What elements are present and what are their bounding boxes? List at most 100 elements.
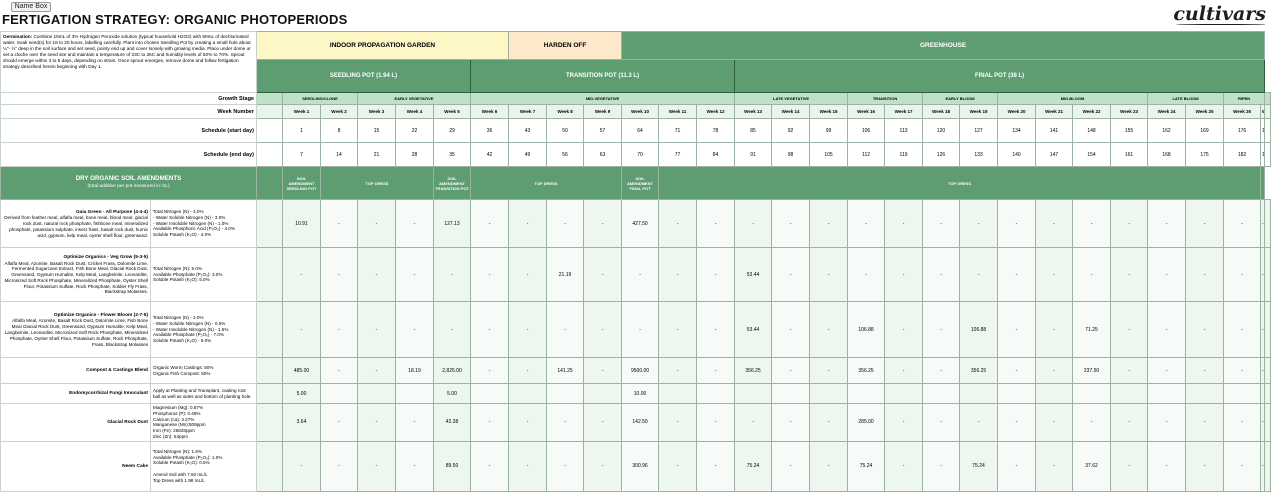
amount-week-3[interactable]: - [357, 301, 396, 358]
amount-week-3[interactable] [357, 383, 396, 404]
amount-week-4[interactable]: - [395, 247, 434, 302]
amount-week-13[interactable]: - [734, 403, 773, 442]
amount-week-20[interactable]: - [997, 301, 1037, 358]
start-day-11[interactable]: 71 [658, 118, 698, 143]
amount-week-3[interactable]: - [357, 440, 396, 492]
start-day-26[interactable]: 176 [1223, 118, 1262, 143]
amount-week-14[interactable]: - [771, 301, 811, 358]
start-day-17[interactable]: 113 [884, 118, 924, 143]
start-day-22[interactable]: 148 [1072, 118, 1112, 143]
amount-week-9[interactable]: - [583, 357, 623, 384]
end-day-2[interactable]: 14 [320, 142, 358, 167]
amount-week-12[interactable]: - [696, 247, 736, 302]
amount-week-1[interactable]: - [282, 247, 321, 302]
amount-week-16[interactable] [847, 383, 886, 404]
amount-week-25[interactable]: - [1185, 199, 1225, 248]
amount-week-8[interactable]: - [546, 199, 585, 248]
amount-week-9[interactable]: - [583, 199, 623, 248]
amount-week-21[interactable]: - [1035, 357, 1074, 384]
amount-week-7[interactable]: - [508, 199, 548, 248]
end-day-18[interactable]: 126 [922, 142, 961, 167]
amount-week-16[interactable]: 356.25 [847, 357, 886, 384]
amount-week-10[interactable]: 142.50 [621, 403, 660, 442]
end-day-1[interactable]: 7 [282, 142, 321, 167]
amount-week-12[interactable]: - [696, 357, 736, 384]
amount-week-24[interactable] [1147, 383, 1187, 404]
amount-week-14[interactable]: - [771, 440, 811, 492]
amount-week-18[interactable]: - [922, 199, 961, 248]
amount-week-18[interactable]: - [922, 247, 961, 302]
amount-week-6[interactable] [469, 383, 510, 404]
amount-week-15[interactable]: - [809, 247, 849, 302]
amount-week-19[interactable]: - [959, 247, 999, 302]
start-day-9[interactable]: 57 [583, 118, 623, 143]
amount-week-13[interactable]: 53.44 [734, 301, 773, 358]
end-day-11[interactable]: 77 [658, 142, 698, 167]
amount-week-1[interactable]: 485.00 [282, 357, 321, 384]
start-day-2[interactable]: 8 [320, 118, 358, 143]
end-day-7[interactable]: 49 [508, 142, 548, 167]
amount-week-12[interactable]: - [696, 403, 736, 442]
amount-week-26[interactable]: - [1223, 357, 1262, 384]
amount-week-7[interactable]: - [508, 301, 548, 358]
amount-week-2[interactable]: - [320, 301, 358, 358]
end-day-8[interactable]: 56 [546, 142, 585, 167]
amount-week-22[interactable]: - [1072, 199, 1112, 248]
amount-week-8[interactable] [546, 383, 585, 404]
end-day-13[interactable]: 91 [734, 142, 773, 167]
amount-week-6[interactable]: - [469, 403, 510, 442]
amount-week-19[interactable]: 75.24 [959, 440, 999, 492]
start-day-3[interactable]: 15 [357, 118, 396, 143]
amount-week-8[interactable]: 141.25 [546, 357, 585, 384]
amount-week-8[interactable]: - [546, 440, 585, 492]
amount-week-23[interactable]: - [1110, 403, 1149, 442]
amount-week-14[interactable]: - [771, 247, 811, 302]
amount-week-22[interactable] [1072, 383, 1112, 404]
end-day-10[interactable]: 70 [621, 142, 660, 167]
amount-week-18[interactable]: - [922, 357, 961, 384]
amount-week-20[interactable] [997, 383, 1037, 404]
end-day-26[interactable]: 182 [1223, 142, 1262, 167]
amount-week-23[interactable]: - [1110, 301, 1149, 358]
amount-week-10[interactable]: 9500.00 [621, 357, 660, 384]
amount-week-19[interactable]: - [959, 199, 999, 248]
amount-week-5[interactable]: 2,825.00 [433, 357, 471, 384]
amount-week-13[interactable]: 356.25 [734, 357, 773, 384]
amount-week-23[interactable] [1110, 383, 1149, 404]
end-day-17[interactable]: 119 [884, 142, 924, 167]
amount-week-7[interactable]: - [508, 440, 548, 492]
name-box[interactable]: Name Box [11, 2, 51, 12]
amount-week-2[interactable]: - [320, 403, 358, 442]
amount-week-4[interactable]: - [395, 440, 434, 492]
amount-week-13[interactable]: 75.24 [734, 440, 773, 492]
amount-week-5[interactable]: 42.38 [433, 403, 471, 442]
amount-week-20[interactable]: - [997, 403, 1037, 442]
amount-week-8[interactable]: - [546, 403, 585, 442]
amount-week-20[interactable]: - [997, 247, 1037, 302]
amount-week-1[interactable]: 5.00 [282, 383, 321, 404]
start-day-4[interactable]: 22 [395, 118, 434, 143]
amount-week-20[interactable]: - [997, 199, 1037, 248]
amount-week-7[interactable]: - [508, 247, 548, 302]
amount-week-3[interactable]: - [357, 199, 396, 248]
end-day-16[interactable]: 112 [847, 142, 886, 167]
amount-week-18[interactable]: - [922, 440, 961, 492]
start-day-8[interactable]: 50 [546, 118, 585, 143]
end-day-23[interactable]: 161 [1110, 142, 1149, 167]
amount-week-23[interactable]: - [1110, 440, 1149, 492]
end-day-6[interactable]: 42 [469, 142, 510, 167]
amount-week-25[interactable]: - [1185, 357, 1225, 384]
amount-week-4[interactable]: 18.19 [395, 357, 434, 384]
amount-week-10[interactable]: 427.50 [621, 199, 660, 248]
start-day-20[interactable]: 134 [997, 118, 1037, 143]
amount-week-5[interactable]: 5.00 [433, 383, 471, 404]
end-day-3[interactable]: 21 [357, 142, 396, 167]
amount-week-2[interactable]: - [320, 199, 358, 248]
amount-week-11[interactable]: - [658, 403, 698, 442]
amount-week-16[interactable]: - [847, 247, 886, 302]
amount-week-21[interactable]: - [1035, 199, 1074, 248]
amount-week-1[interactable]: 3.64 [282, 403, 321, 442]
amount-week-19[interactable]: 356.25 [959, 357, 999, 384]
amount-week-11[interactable] [658, 383, 698, 404]
end-day-21[interactable]: 147 [1035, 142, 1074, 167]
